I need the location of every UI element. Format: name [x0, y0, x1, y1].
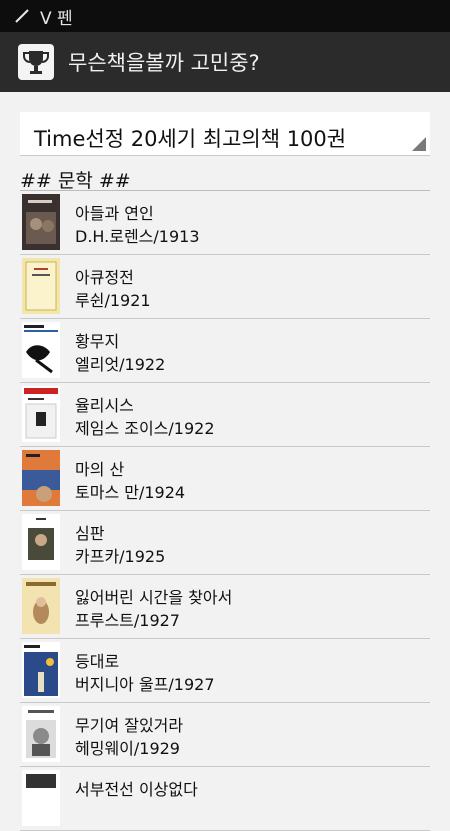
- book-author-year: 토마스 만/1924: [75, 483, 186, 502]
- book-cover-image: [22, 258, 60, 314]
- list-item[interactable]: 율리시스 제임스 조이스/1922: [20, 383, 430, 447]
- book-title: 율리시스: [75, 396, 134, 415]
- book-cover-image: [22, 642, 60, 698]
- book-author-year: 루쉰/1921: [75, 291, 151, 310]
- book-cover-image: [22, 322, 60, 378]
- list-item[interactable]: 등대로 버지니아 울프/1927: [20, 639, 430, 703]
- book-author-year: 제임스 조이스/1922: [75, 419, 215, 438]
- book-title: 심판: [75, 524, 105, 543]
- book-list[interactable]: 아들과 연인 D.H.로렌스/1913 아큐정전 루쉰/1921 황무지 엘리엇…: [20, 191, 430, 831]
- list-item[interactable]: 마의 산 토마스 만/1924: [20, 447, 430, 511]
- status-bar: V 펜: [0, 0, 450, 32]
- book-cover-image: [22, 386, 60, 442]
- book-title: 황무지: [75, 332, 120, 351]
- book-cover-image: [22, 450, 60, 506]
- list-item[interactable]: 무기여 잘있거라 헤밍웨이/1929: [20, 703, 430, 767]
- book-title: 마의 산: [75, 460, 125, 479]
- main-content: Time선정 20세기 최고의책 100권 ## 문학 ## 아들과 연인 D.…: [0, 92, 450, 831]
- book-cover-image: [22, 706, 60, 762]
- book-author-year: 프루스트/1927: [75, 611, 180, 630]
- status-text: V 펜: [40, 8, 73, 29]
- list-item[interactable]: 아큐정전 루쉰/1921: [20, 255, 430, 319]
- list-item[interactable]: 아들과 연인 D.H.로렌스/1913: [20, 191, 430, 255]
- book-title: 등대로: [75, 652, 120, 671]
- book-cover-image: [22, 194, 60, 250]
- pen-icon: [15, 9, 29, 23]
- book-author-year: 엘리엇/1922: [75, 355, 166, 374]
- book-title: 잃어버린 시간을 찾아서: [75, 588, 233, 607]
- book-title: 무기여 잘있거라: [75, 716, 184, 735]
- category-spinner[interactable]: Time선정 20세기 최고의책 100권: [20, 112, 430, 155]
- book-title: 아들과 연인: [75, 204, 154, 223]
- list-item[interactable]: 서부전선 이상없다: [20, 767, 430, 831]
- trophy-icon[interactable]: [18, 44, 54, 80]
- book-cover-image: [22, 578, 60, 634]
- book-cover-image: [22, 514, 60, 570]
- list-item[interactable]: 잃어버린 시간을 찾아서 프루스트/1927: [20, 575, 430, 639]
- book-author-year: D.H.로렌스/1913: [75, 227, 200, 246]
- book-cover-image: [22, 770, 60, 826]
- list-item[interactable]: 심판 카프카/1925: [20, 511, 430, 575]
- dropdown-arrow-icon: [412, 137, 426, 151]
- list-item[interactable]: 황무지 엘리엇/1922: [20, 319, 430, 383]
- section-header: ## 문학 ##: [20, 170, 131, 192]
- spinner-selected-text: Time선정 20세기 최고의책 100권: [34, 127, 347, 151]
- book-author-year: 버지니아 울프/1927: [75, 675, 215, 694]
- action-bar: 무슨책을볼까 고민중?: [0, 32, 450, 92]
- app-title: 무슨책을볼까 고민중?: [68, 51, 260, 75]
- book-author-year: 카프카/1925: [75, 547, 166, 566]
- book-author-year: 헤밍웨이/1929: [75, 739, 180, 758]
- book-title: 서부전선 이상없다: [75, 780, 198, 799]
- book-title: 아큐정전: [75, 268, 134, 287]
